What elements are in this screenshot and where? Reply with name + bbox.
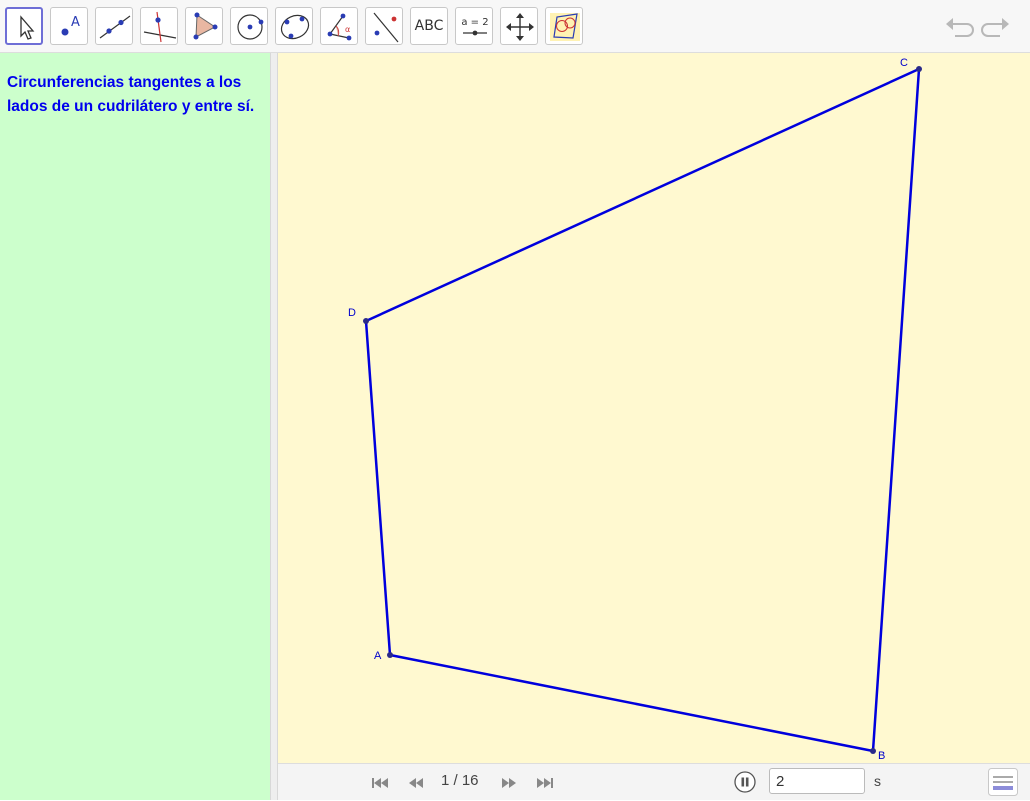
- point-b-label: B: [878, 750, 886, 762]
- circle-center-icon: [237, 14, 264, 40]
- toolbar: A α ABC a = 2: [0, 0, 1030, 53]
- skip-forward-icon: [502, 778, 516, 788]
- point-d[interactable]: [363, 318, 369, 324]
- algebra-view-icon: [988, 768, 1018, 796]
- angle-icon: α: [327, 13, 352, 41]
- angle-tool[interactable]: α: [320, 7, 358, 45]
- reflect-about-line-icon: [373, 12, 399, 43]
- graphics-view[interactable]: A B C D: [278, 53, 1030, 763]
- skip-back-icon: [409, 778, 423, 788]
- point-b[interactable]: [870, 748, 876, 754]
- point-d-label: D: [348, 307, 356, 319]
- redo-icon: [981, 18, 1009, 37]
- quadrilateral-drawing: [363, 66, 922, 754]
- point-tool[interactable]: A: [50, 7, 88, 45]
- conic-five-points-tool[interactable]: [275, 7, 313, 45]
- description-panel: Circunferencias tangentes a los lados de…: [0, 53, 270, 800]
- arrow-pointer-icon: [20, 15, 35, 40]
- description-text: Circunferencias tangentes a los lados de…: [7, 74, 255, 115]
- point-c[interactable]: [916, 66, 922, 72]
- pause-icon: [734, 771, 756, 793]
- quadrilateral-abcd: [364, 67, 921, 753]
- previous-step-button[interactable]: [406, 776, 426, 790]
- step-counter: 1 / 16: [441, 772, 479, 789]
- slider-icon: a = 2: [461, 17, 489, 36]
- speed-unit-label: s: [874, 773, 881, 789]
- skip-last-icon: [537, 778, 553, 788]
- next-step-button[interactable]: [499, 776, 519, 790]
- ellipse-icon: [280, 14, 310, 40]
- polygon-icon: [193, 12, 218, 40]
- animation-speed-input[interactable]: [769, 768, 865, 794]
- move-graphics-view-tool[interactable]: [500, 7, 538, 45]
- point-c-label: C: [900, 57, 908, 69]
- custom-tool-icon: [550, 13, 580, 41]
- circle-center-point-tool[interactable]: [230, 7, 268, 45]
- point-tool-label: A: [71, 15, 80, 30]
- move-graphics-icon: [506, 13, 534, 41]
- point-icon: A: [61, 15, 80, 36]
- point-a[interactable]: [387, 652, 393, 658]
- line-tool[interactable]: [95, 7, 133, 45]
- text-icon: ABC: [414, 18, 444, 34]
- perpendicular-line-icon: [143, 11, 177, 43]
- polygon-tool[interactable]: [185, 7, 223, 45]
- line-through-points-icon: [99, 15, 131, 39]
- point-a-label: A: [374, 650, 382, 662]
- undo-button[interactable]: [943, 12, 975, 42]
- move-tool[interactable]: [5, 7, 43, 45]
- construction-navigation-bar: 1 / 16 s: [278, 763, 1030, 800]
- panel-divider[interactable]: [270, 53, 278, 800]
- skip-first-icon: [372, 778, 388, 788]
- algebra-view-button[interactable]: [988, 768, 1018, 796]
- first-step-button[interactable]: [370, 776, 390, 790]
- last-step-button[interactable]: [535, 776, 555, 790]
- svg-text:α: α: [345, 25, 350, 34]
- text-tool[interactable]: ABC: [410, 7, 448, 45]
- custom-tool[interactable]: [545, 7, 583, 45]
- pause-button[interactable]: [734, 771, 756, 793]
- redo-button[interactable]: [980, 12, 1012, 42]
- slider-tool[interactable]: a = 2: [455, 7, 493, 45]
- reflect-tool[interactable]: [365, 7, 403, 45]
- slider-tool-label: a = 2: [461, 17, 488, 28]
- perpendicular-line-tool[interactable]: [140, 7, 178, 45]
- undo-icon: [946, 18, 974, 37]
